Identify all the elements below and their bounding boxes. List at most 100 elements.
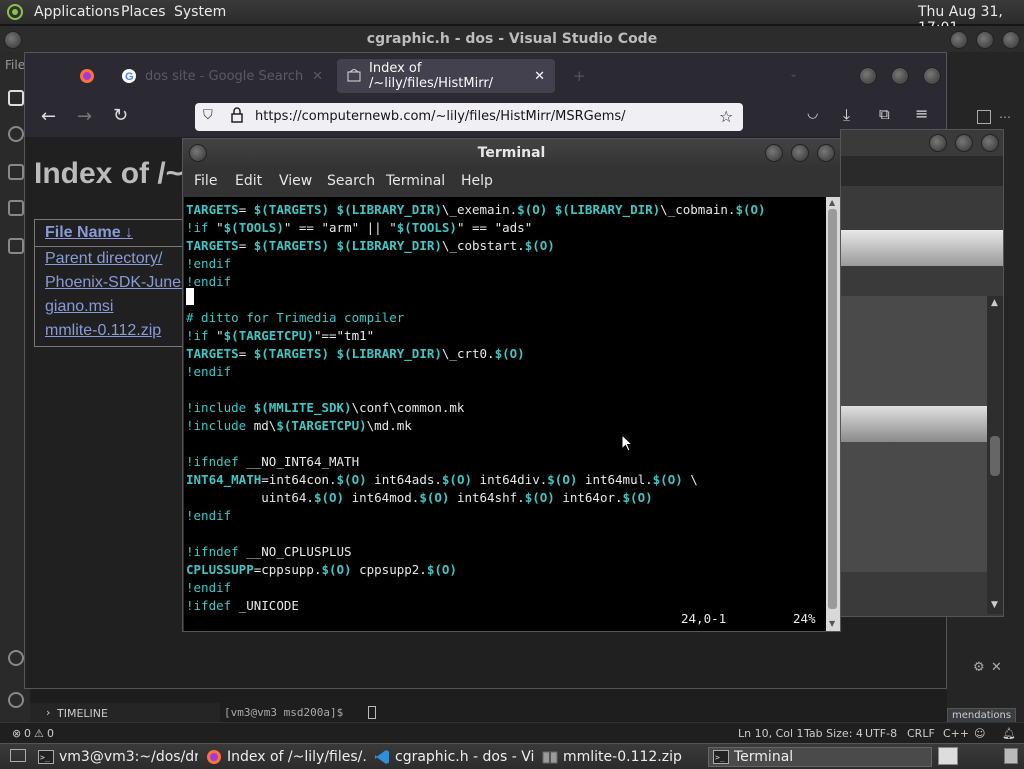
column-header-file-name[interactable]: File Name ↓ (45, 224, 133, 242)
debug-icon[interactable] (8, 200, 24, 216)
notification-action-button[interactable]: mendations (947, 708, 1017, 723)
terminal-scrollbar[interactable]: ▲ ▼ (826, 197, 840, 631)
hamburger-menu-icon[interactable]: ≡ (915, 104, 928, 123)
vscode-close-button[interactable] (1002, 31, 1020, 49)
url-text[interactable]: https://computernewb.com/~lily/files/His… (255, 109, 626, 124)
scroll-up-icon[interactable]: ▲ (991, 298, 998, 308)
vscode-menu-file-stub[interactable]: File (5, 58, 25, 72)
terminal-menu-terminal[interactable]: Terminal (386, 173, 445, 189)
taskbar-item-terminal-2[interactable]: >_ Terminal (708, 747, 932, 767)
ff-close-button[interactable] (923, 67, 941, 85)
status-tab-size[interactable]: Tab Size: 4 (804, 727, 863, 740)
bell-icon[interactable]: 🔔︎ (1002, 727, 1016, 740)
ff-maximize-button[interactable] (891, 67, 909, 85)
terminal-screen[interactable]: TARGETS= $(TARGETS) $(LIBRARY_DIR)\_exem… (184, 197, 826, 631)
shield-icon[interactable]: ⛉ (203, 108, 213, 123)
problems-warnings-count[interactable]: 0 (47, 727, 54, 740)
status-cursor-position[interactable]: Ln 10, Col 1 (738, 727, 804, 740)
downloads-icon[interactable]: ⤓ (843, 105, 850, 125)
vim-token: !endif (186, 508, 232, 523)
bg-maximize-button[interactable] (955, 134, 973, 152)
more-actions-icon[interactable]: ⋯ (999, 110, 1011, 124)
account-icon[interactable] (8, 650, 24, 666)
terminal-menu-file[interactable]: File (194, 173, 217, 189)
tab-close-icon[interactable]: ✕ (312, 69, 323, 84)
status-eol[interactable]: CRLF (907, 727, 935, 740)
bg-minimize-button[interactable] (929, 134, 947, 152)
tab-google-search[interactable]: G dos site - Google Search ✕ (111, 59, 333, 93)
split-editor-icon[interactable] (977, 110, 991, 124)
ff-minimize-button[interactable] (859, 67, 877, 85)
vscode-integrated-terminal[interactable]: [vm3@vm3 msd200a]$ (220, 703, 630, 722)
reload-icon[interactable]: ↻ (113, 105, 128, 126)
menu-system[interactable]: System (174, 4, 226, 20)
settings-gear-icon[interactable] (8, 692, 24, 708)
notification-close-icon[interactable]: ✕ (991, 660, 1002, 675)
scroll-down-icon[interactable]: ▼ (991, 600, 998, 610)
source-control-icon[interactable] (8, 164, 24, 180)
window-menu-button[interactable] (4, 31, 22, 49)
problems-errors-icon[interactable]: ⊗ (12, 727, 21, 740)
menu-places[interactable]: Places (121, 4, 166, 20)
bg-window-scrollbar[interactable]: ▲ ▼ (987, 296, 1003, 614)
problems-errors-count[interactable]: 0 (24, 727, 31, 740)
trash-icon[interactable] (1004, 748, 1018, 764)
tab-index-of[interactable]: Index of /~lily/files/HistMirr/ ✕ (337, 59, 555, 93)
taskbar-item-archive[interactable]: mmlite-0.112.zip (542, 747, 702, 767)
vim-token: $(LIBRARY_DIR) (336, 238, 442, 253)
terminal-window-menu-button[interactable] (189, 144, 207, 162)
bookmark-star-icon[interactable]: ☆ (719, 107, 733, 126)
terminal-close-button[interactable] (817, 144, 835, 162)
timeline-panel-header[interactable]: › TIMELINE (30, 703, 220, 722)
new-tab-icon[interactable]: + (573, 67, 586, 85)
pocket-icon[interactable]: ◡ (807, 106, 818, 121)
scroll-thumb[interactable] (828, 209, 837, 609)
vim-token: \_crt0. (441, 346, 495, 361)
problems-warnings-icon[interactable]: ⚠ (34, 727, 44, 740)
tab-close-icon[interactable]: ✕ (534, 69, 545, 84)
forward-icon[interactable]: → (77, 106, 92, 127)
file-link[interactable]: mmlite-0.112.zip (45, 322, 161, 340)
terminal-menu-search[interactable]: Search (327, 173, 375, 189)
file-link[interactable]: Parent directory/ (45, 250, 162, 268)
file-link[interactable]: giano.msi (45, 298, 113, 316)
url-bar[interactable]: ⛉ https://computernewb.com/~lily/files/H… (195, 103, 743, 131)
vscode-titlebar[interactable]: cgraphic.h - dos - Visual Studio Code (0, 26, 1024, 52)
vim-token: $(O) (494, 346, 525, 361)
menu-applications[interactable]: Applications (34, 4, 120, 20)
bg-close-button[interactable] (981, 134, 999, 152)
terminal-menu-help[interactable]: Help (461, 173, 493, 189)
notification-gear-icon[interactable]: ⚙ (973, 660, 985, 675)
explorer-icon[interactable] (8, 90, 24, 106)
vim-token: = (238, 202, 254, 217)
terminal-titlebar[interactable]: Terminal (183, 139, 840, 167)
taskbar-item-vscode[interactable]: cgraphic.h - dos - Vi... (374, 747, 534, 767)
status-language[interactable]: C++ (943, 727, 969, 740)
extensions-icon[interactable] (8, 238, 24, 254)
scroll-down-icon[interactable]: ▼ (829, 619, 835, 628)
terminal-minimize-button[interactable] (765, 144, 783, 162)
terminal-maximize-button[interactable] (791, 144, 809, 162)
feedback-icon[interactable]: ☺ (974, 727, 985, 740)
workspace-switcher[interactable] (938, 747, 958, 765)
show-desktop-icon[interactable] (10, 749, 26, 762)
extensions-icon[interactable]: ⧉ (879, 105, 890, 123)
tab-firefox-pinned[interactable] (69, 59, 109, 93)
search-icon[interactable] (8, 126, 24, 142)
taskbar-item-terminal-1[interactable]: >_ vm3@vm3:~/dos/dr... (38, 747, 198, 767)
vscode-maximize-button[interactable] (976, 31, 994, 49)
vim-token: cppsupp2. (351, 562, 427, 577)
bg-window-row-selected (841, 406, 987, 442)
file-link[interactable]: Phoenix-SDK-June- (45, 274, 186, 292)
scroll-up-icon[interactable]: ▲ (829, 198, 835, 207)
status-encoding[interactable]: UTF-8 (865, 727, 897, 740)
scroll-thumb[interactable] (990, 436, 1000, 476)
terminal-menu-edit[interactable]: Edit (235, 173, 262, 189)
gnome-foot-icon[interactable] (6, 3, 24, 21)
taskbar-item-firefox[interactable]: Index of /~lily/files/... (206, 747, 368, 767)
terminal-menu-view[interactable]: View (279, 173, 312, 189)
list-tabs-icon[interactable]: ⌄ (789, 67, 798, 80)
vscode-minimize-button[interactable] (950, 31, 968, 49)
back-icon[interactable]: ← (41, 106, 56, 127)
lock-icon[interactable] (231, 107, 243, 123)
